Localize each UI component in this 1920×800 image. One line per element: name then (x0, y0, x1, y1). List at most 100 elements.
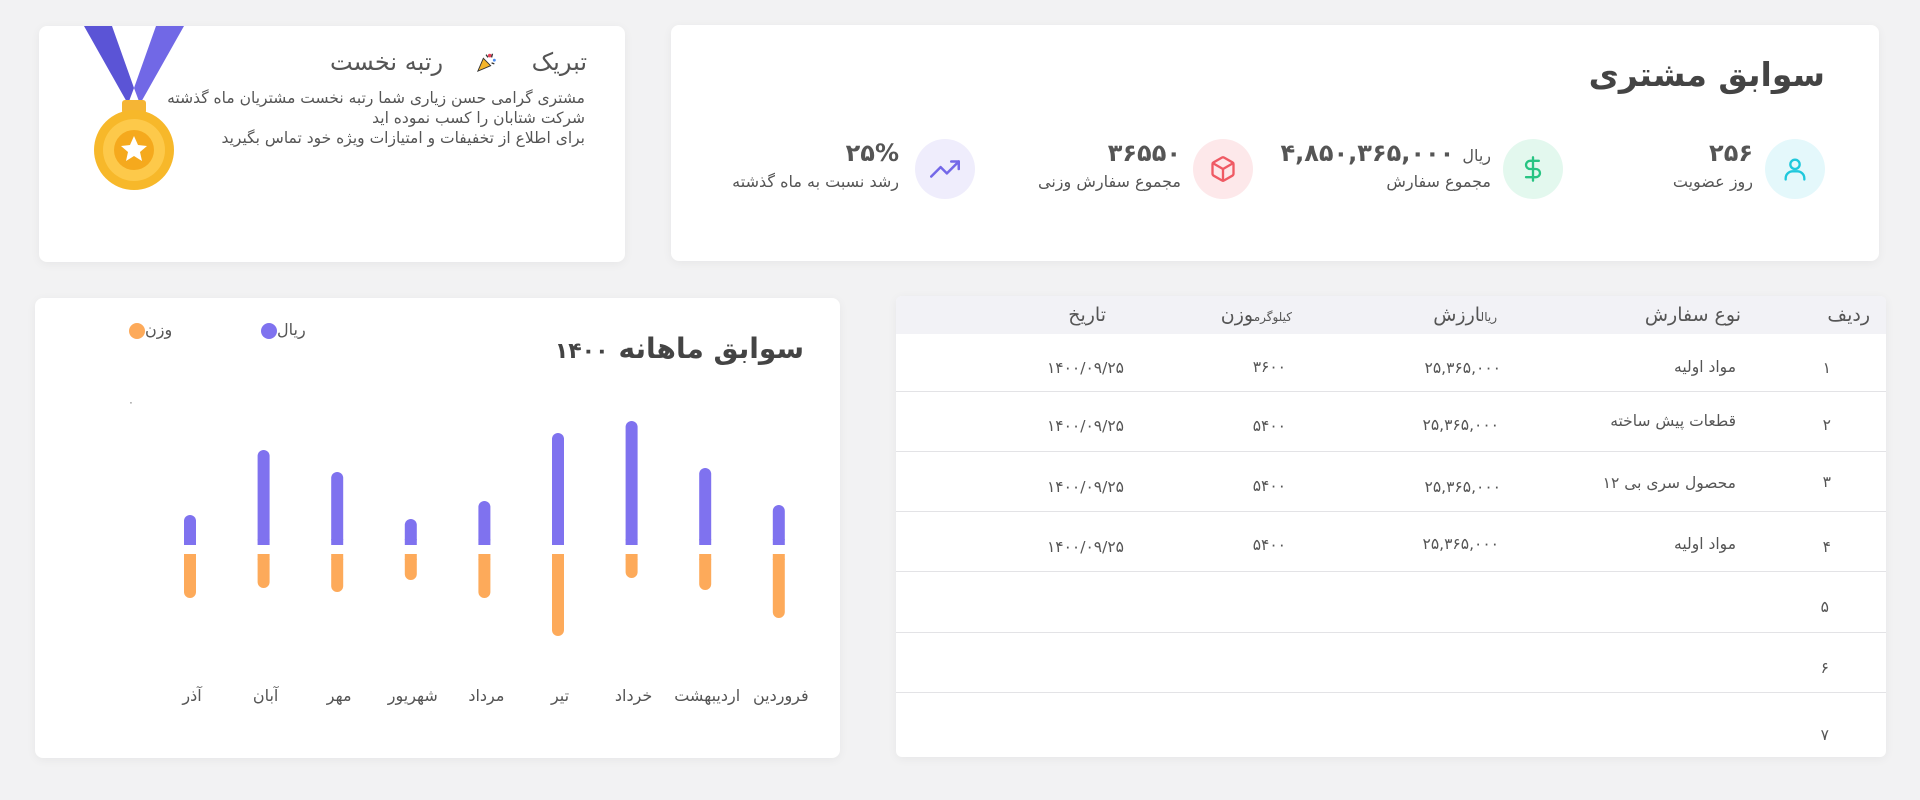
header-value-label: ارزش (1433, 304, 1481, 326)
header-value: ریالارزش (1433, 304, 1501, 326)
orders-table: ردیف نوع سفارش ریالارزش کیلوگرموزن تاریخ… (896, 296, 1886, 757)
stat-value: ۲۵۶ (1709, 139, 1753, 167)
cell-date: ۱۴۰۰/۰۹/۲۵ (1046, 359, 1124, 377)
bar-rial[interactable] (331, 472, 344, 545)
chart-title: ۱۴۰۰ سوابق ماهانه (555, 332, 804, 365)
x-axis-label: شهریور (387, 686, 438, 706)
cell-order-type: محصول سری بی ۱۲ (1602, 474, 1736, 492)
x-axis-label: خرداد (615, 686, 652, 706)
legend-rial[interactable]: ریال (255, 320, 306, 339)
bar-rial[interactable] (552, 433, 564, 545)
table-row[interactable] (896, 452, 1886, 512)
congrats-rank: رتبه نخست (329, 48, 444, 76)
congrats-card: تبریک رتبه نخست مشتری گرامی حسن زیاری شم… (39, 26, 625, 262)
bar-weight[interactable] (184, 554, 196, 598)
bar-rial[interactable] (478, 501, 491, 545)
bar-weight-top (257, 554, 270, 560)
congrats-line: شرکت شتابان را کسب نموده اید (372, 109, 585, 127)
cell-row-number: ۱ (1822, 359, 1831, 377)
table-row[interactable] (896, 572, 1886, 633)
x-axis-label: مهر (326, 686, 352, 706)
cell-weight: ۵۴۰۰ (1252, 536, 1286, 554)
stat-label: مجموع سفارش وزنی (1037, 172, 1181, 191)
congrats-message: مشتری گرامی حسن زیاری شما رتبه نخست مشتر… (167, 88, 585, 148)
stat-value: ۲۵% (845, 139, 899, 167)
bar-weight-top (184, 554, 196, 560)
cell-row-number: ۵ (1820, 598, 1829, 616)
cell-row-number: ۲ (1822, 416, 1831, 434)
x-axis-label: آبان (253, 686, 280, 705)
trending-up-icon (915, 139, 975, 199)
stat-label: روز عضویت (1672, 172, 1753, 191)
user-icon (1765, 139, 1825, 199)
bar-weight-top (404, 554, 417, 560)
bar-rial-base (772, 539, 785, 545)
congrats-title: تبریک رتبه نخست (330, 48, 587, 76)
stat-membership-days: ۲۵۶ روز عضویت (1625, 139, 1825, 201)
stat-unit: ریال (1462, 146, 1491, 165)
cell-order-type: مواد اولیه (1674, 535, 1736, 553)
congrats-subtitle: تبریک (531, 48, 587, 76)
x-axis-label: آذر (181, 686, 203, 706)
header-weight-unit: کیلوگرم (1253, 310, 1292, 324)
stat-label: رشد نسبت به ماه گذشته (732, 172, 899, 191)
cell-order-type: قطعات پیش ساخته (1610, 412, 1736, 430)
bar-rial-base (331, 539, 344, 545)
header-date: تاریخ (1068, 304, 1106, 326)
cell-row-number: ۶ (1820, 659, 1829, 677)
bar-weight-top (772, 554, 785, 560)
bar-weight[interactable] (552, 554, 564, 636)
cell-date: ۱۴۰۰/۰۹/۲۵ (1046, 417, 1124, 435)
bar-rial-base (184, 539, 196, 545)
cell-value: ۲۵,۳۶۵,۰۰۰ (1424, 478, 1501, 496)
stat-total-weight: ۳۶۵۵۰ مجموع سفارش وزنی (1033, 139, 1253, 201)
cell-order-type: مواد اولیه (1674, 358, 1736, 376)
cell-date: ۱۴۰۰/۰۹/۲۵ (1046, 538, 1124, 556)
cell-value: ۲۵,۳۶۵,۰۰۰ (1424, 359, 1501, 377)
bar-rial-base (552, 539, 564, 545)
header-row-number: ردیف (1827, 304, 1870, 326)
bar-rial-base (257, 539, 270, 545)
bar-rial-base (625, 539, 638, 545)
chart-year: ۱۴۰۰ (554, 339, 609, 364)
table-row[interactable] (896, 693, 1886, 757)
x-axis-label: مرداد (468, 686, 504, 706)
monthly-chart-card: آذر آبان مهر شهریور مرداد تیر خرداد اردیبهشت فرو… (35, 298, 840, 758)
stat-growth: ۲۵% رشد نسبت به ماه گذشته (732, 139, 975, 201)
bar-rial-base (699, 539, 712, 545)
stat-total-orders: ریال ۴,۸۵۰,۳۶۵,۰۰۰ مجموع سفارش (1280, 139, 1563, 201)
monthly-chart: آذر آبان مهر شهریور مرداد تیر خرداد اردیبهشت فرو… (181, 421, 809, 706)
bar-weight-top (625, 554, 638, 560)
cell-value: ۲۵,۳۶۵,۰۰۰ (1422, 535, 1499, 553)
bar-rial[interactable] (625, 421, 638, 545)
x-axis-label: فروردین (753, 686, 809, 706)
customer-history-card: سوابق مشتری ۲۵۶ روز عضویت ریال ۴,۸۵۰,۳۶۵,… (671, 25, 1879, 261)
party-popper-icon (477, 53, 497, 73)
table-row[interactable] (896, 392, 1886, 452)
stat-label: مجموع سفارش (1386, 172, 1491, 191)
table-header: ردیف نوع سفارش ریالارزش کیلوگرموزن تاریخ (896, 296, 1886, 334)
table-row[interactable] (896, 633, 1886, 693)
bar-rial[interactable] (699, 468, 712, 545)
bar-weight-top (478, 554, 491, 560)
bar-weight[interactable] (478, 554, 491, 598)
cell-row-number: ۴ (1822, 538, 1831, 556)
legend-dot (261, 322, 277, 339)
cell-value: ۲۵,۳۶۵,۰۰۰ (1422, 416, 1499, 434)
cell-weight: ۵۴۰۰ (1252, 417, 1286, 435)
bar-weight-top (552, 554, 564, 560)
bar-weight[interactable] (772, 554, 785, 618)
table-row[interactable] (896, 334, 1886, 392)
bar-rial-base (478, 539, 491, 545)
legend-weight[interactable]: وزن (123, 320, 172, 339)
cell-weight: ۵۴۰۰ (1252, 477, 1286, 495)
table-row[interactable] (896, 512, 1886, 572)
legend-label: وزن (145, 320, 173, 339)
header-weight: کیلوگرموزن (1221, 304, 1296, 326)
x-axis-label: تیر (550, 686, 569, 706)
bar-rial[interactable] (257, 450, 270, 545)
header-order-type: نوع سفارش (1644, 304, 1741, 326)
chart-title-text: سوابق ماهانه (618, 332, 804, 365)
dollar-icon (1503, 139, 1563, 199)
stat-number: ۴,۸۵۰,۳۶۵,۰۰۰ (1280, 139, 1455, 167)
